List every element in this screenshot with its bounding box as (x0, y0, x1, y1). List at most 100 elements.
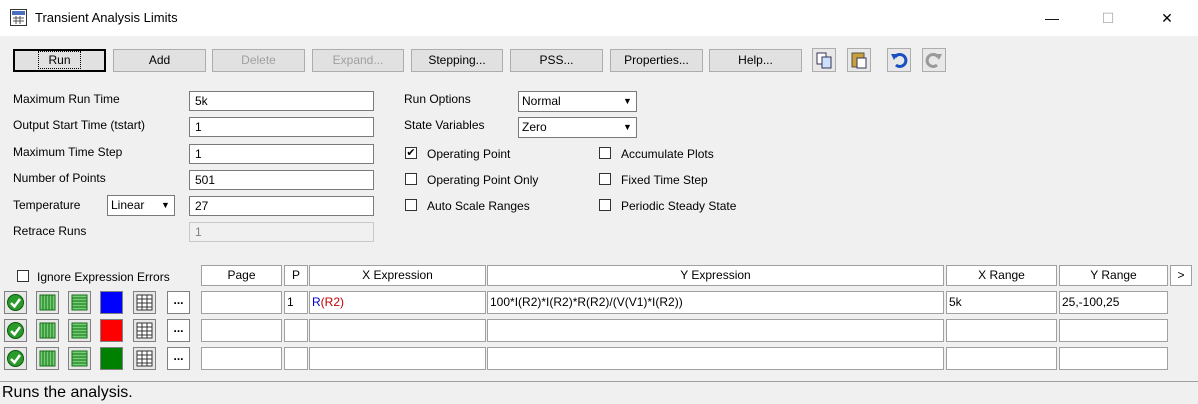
run-button-label: Run (38, 51, 81, 69)
auto-scale-checkbox[interactable] (405, 199, 417, 211)
state-vars-value: Zero (522, 120, 547, 134)
num-points-label: Number of Points (13, 171, 106, 185)
plot-column-icon[interactable] (36, 319, 59, 342)
delete-button[interactable]: Delete (212, 49, 305, 72)
y-range-cell[interactable] (1059, 319, 1168, 342)
temperature-label: Temperature (13, 198, 81, 212)
more-options-button[interactable]: ... (167, 291, 190, 314)
properties-button[interactable]: Properties... (610, 49, 703, 72)
minimize-button[interactable]: — (1038, 6, 1066, 30)
retrace-field[interactable]: 1 (189, 222, 374, 242)
curve-color-swatch[interactable] (100, 347, 123, 370)
auto-scale-label: Auto Scale Ranges (427, 199, 530, 213)
p-cell[interactable]: 1 (284, 291, 308, 314)
x-arg-text: (R2) (320, 295, 345, 309)
max-run-time-field[interactable]: 5k (189, 91, 374, 111)
x-range-cell[interactable] (946, 319, 1057, 342)
more-options-button[interactable]: ... (167, 347, 190, 370)
undo-icon[interactable] (887, 48, 911, 72)
y-expression-cell[interactable]: 100*I(R2)*I(R2)*R(R2)/(V(V1)*I(R2)) (487, 291, 944, 314)
curve-color-swatch[interactable] (100, 319, 123, 342)
page-cell[interactable] (201, 319, 282, 342)
x-range-cell[interactable] (946, 347, 1057, 370)
p-cell[interactable] (284, 319, 308, 342)
page-cell[interactable] (201, 291, 282, 314)
output-start-label: Output Start Time (tstart) (13, 118, 146, 132)
temperature-field[interactable]: 27 (189, 196, 374, 216)
chevron-down-icon: ▼ (620, 119, 635, 136)
accumulate-checkbox[interactable] (599, 147, 611, 159)
add-button[interactable]: Add (113, 49, 206, 72)
stepping-button[interactable]: Stepping... (411, 49, 503, 72)
help-button[interactable]: Help... (709, 49, 802, 72)
y-expression-cell[interactable] (487, 319, 944, 342)
plot-row-icon[interactable] (68, 291, 91, 314)
y-range-cell[interactable] (1059, 347, 1168, 370)
table-icon[interactable] (133, 347, 156, 370)
close-button[interactable]: ✕ (1153, 6, 1181, 30)
enable-check-icon[interactable] (4, 291, 27, 314)
status-bar: Runs the analysis. (0, 381, 1198, 403)
page-cell[interactable] (201, 347, 282, 370)
title-bar (0, 0, 1198, 36)
chevron-down-icon: ▼ (620, 93, 635, 110)
app-icon (10, 9, 27, 26)
redo-icon[interactable] (922, 48, 946, 72)
ignore-errors-label: Ignore Expression Errors (37, 270, 170, 284)
plot-row-icon[interactable] (68, 347, 91, 370)
x-range-header[interactable]: X Range (946, 265, 1057, 286)
page-header[interactable]: Page (201, 265, 282, 286)
fixed-step-label: Fixed Time Step (621, 173, 708, 187)
temperature-mode-select[interactable]: Linear ▼ (107, 195, 175, 216)
accumulate-label: Accumulate Plots (621, 147, 714, 161)
operating-point-only-checkbox[interactable] (405, 173, 417, 185)
copy-icon[interactable] (812, 48, 836, 72)
run-options-value: Normal (522, 94, 561, 108)
ignore-errors-checkbox[interactable] (17, 270, 29, 282)
pss-button[interactable]: PSS... (510, 49, 603, 72)
plot-column-icon[interactable] (36, 291, 59, 314)
table-icon[interactable] (133, 319, 156, 342)
state-vars-label: State Variables (404, 118, 485, 132)
paste-icon[interactable] (847, 48, 871, 72)
enable-check-icon[interactable] (4, 347, 27, 370)
retrace-label: Retrace Runs (13, 224, 87, 238)
p-header[interactable]: P (284, 265, 308, 286)
y-range-header[interactable]: Y Range (1059, 265, 1168, 286)
more-columns-button[interactable]: > (1170, 265, 1192, 286)
operating-point-checkbox[interactable]: ✔ (405, 147, 417, 159)
x-range-cell[interactable]: 5k (946, 291, 1057, 314)
plot-column-icon[interactable] (36, 347, 59, 370)
maximize-button[interactable]: ☐ (1094, 6, 1122, 30)
chevron-down-icon: ▼ (158, 197, 173, 214)
max-run-time-label: Maximum Run Time (13, 92, 120, 106)
plot-row-icon[interactable] (68, 319, 91, 342)
p-cell[interactable] (284, 347, 308, 370)
operating-point-only-label: Operating Point Only (427, 173, 539, 187)
operating-point-label: Operating Point (427, 147, 511, 161)
more-options-button[interactable]: ... (167, 319, 190, 342)
state-vars-select[interactable]: Zero ▼ (518, 117, 637, 138)
y-range-cell[interactable]: 25,-100,25 (1059, 291, 1168, 314)
expand-button[interactable]: Expand... (312, 49, 404, 72)
max-time-step-label: Maximum Time Step (13, 145, 123, 159)
y-expression-header[interactable]: Y Expression (487, 265, 944, 286)
x-expression-cell[interactable] (309, 319, 486, 342)
enable-check-icon[interactable] (4, 319, 27, 342)
temperature-mode-value: Linear (111, 198, 145, 212)
curve-color-swatch[interactable] (100, 291, 123, 314)
fixed-step-checkbox[interactable] (599, 173, 611, 185)
window-title: Transient Analysis Limits (35, 10, 178, 25)
x-expression-header[interactable]: X Expression (309, 265, 486, 286)
max-time-step-field[interactable]: 1 (189, 144, 374, 164)
run-options-select[interactable]: Normal ▼ (518, 91, 637, 112)
table-icon[interactable] (133, 291, 156, 314)
output-start-field[interactable]: 1 (189, 117, 374, 137)
num-points-field[interactable]: 501 (189, 170, 374, 190)
x-expression-cell[interactable]: R(R2) (309, 291, 486, 314)
y-expression-cell[interactable] (487, 347, 944, 370)
x-expression-cell[interactable] (309, 347, 486, 370)
run-button[interactable]: Run (13, 49, 106, 72)
periodic-checkbox[interactable] (599, 199, 611, 211)
run-options-label: Run Options (404, 92, 471, 106)
